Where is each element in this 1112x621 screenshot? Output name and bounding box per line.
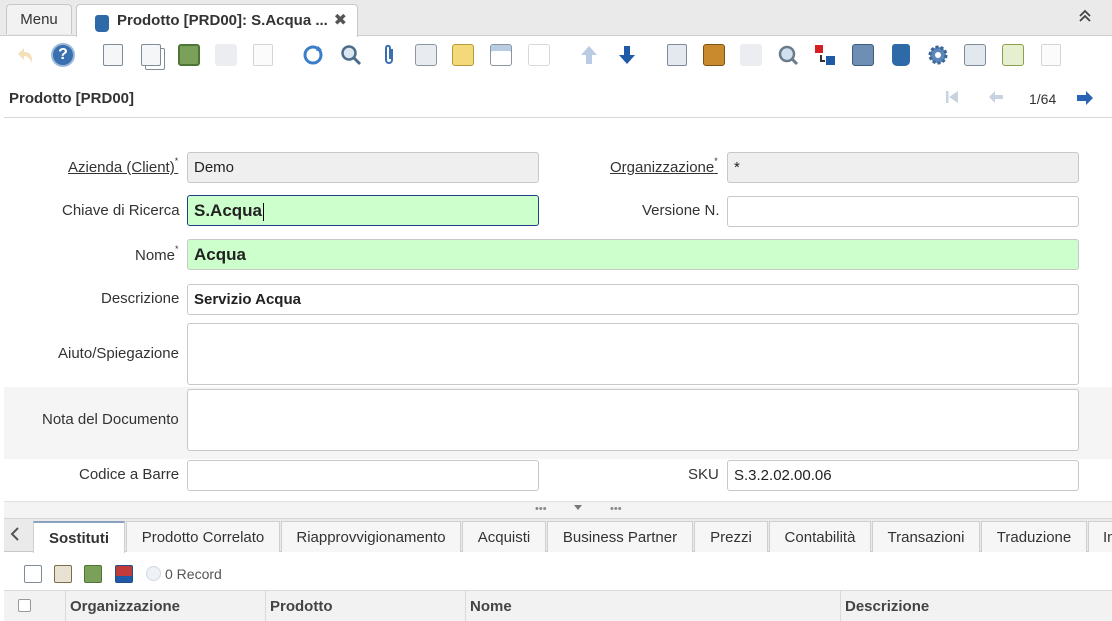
next-record-icon[interactable] — [614, 41, 640, 69]
collapse-header-icon[interactable] — [1078, 9, 1092, 28]
name-field[interactable]: Acqua — [187, 239, 1079, 270]
document-note-textarea[interactable] — [187, 389, 1079, 451]
window-tab-strip: Menu Prodotto [PRD00]: S.Acqua ... ✖ — [0, 0, 1112, 37]
splitter-toggle-icon[interactable] — [573, 502, 583, 515]
help-label: Aiuto/Spiegazione — [58, 345, 179, 362]
copy-record-icon[interactable] — [138, 41, 164, 69]
product-form: Azienda (Client)* Demo Organizzazione* *… — [4, 118, 1112, 501]
save-icon[interactable] — [213, 41, 239, 69]
menu-tab[interactable]: Menu — [6, 4, 72, 34]
name-label: Nome* — [135, 244, 179, 264]
column-prodotto[interactable]: Prodotto — [265, 591, 465, 621]
search-key-field[interactable]: S.Acqua — [187, 195, 539, 226]
organization-field[interactable]: * — [727, 152, 1079, 183]
splitter-grip-left: ••• — [535, 503, 547, 515]
tab-traduzione[interactable]: Traduzione — [981, 521, 1087, 552]
search-key-value: S.Acqua — [194, 201, 263, 220]
detail-tab-bar: Sostituti Prodotto Correlato Riapprovvig… — [4, 519, 1112, 553]
refresh-icon[interactable] — [300, 41, 326, 69]
main-toolbar: ? — [0, 37, 1112, 75]
postit-icon[interactable] — [450, 41, 476, 69]
splitter-grip-right: ••• — [610, 503, 622, 515]
column-descrizione[interactable]: Descrizione — [840, 591, 1112, 621]
panel-splitter[interactable]: ••• ••• — [4, 501, 1112, 519]
product-info-icon[interactable] — [888, 41, 914, 69]
find-icon[interactable] — [338, 41, 364, 69]
client-field[interactable]: Demo — [187, 152, 539, 183]
tab-transazioni[interactable]: Transazioni — [872, 521, 980, 552]
grid-save-icon[interactable] — [115, 565, 133, 583]
sku-label: SKU — [688, 466, 719, 483]
tab-business-partner[interactable]: Business Partner — [547, 521, 693, 552]
tab-riapprovvigionamento[interactable]: Riapprovvigionamento — [281, 521, 461, 552]
help-textarea[interactable] — [187, 323, 1079, 385]
multi-record-icon[interactable] — [526, 41, 552, 69]
description-field[interactable]: Servizio Acqua — [187, 284, 1079, 315]
close-tab-icon[interactable]: ✖ — [334, 5, 347, 37]
zoom-across-icon[interactable] — [775, 41, 801, 69]
record-count: 0 Record — [165, 566, 222, 582]
document-tab[interactable]: Prodotto [PRD00]: S.Acqua ... ✖ — [76, 4, 358, 37]
column-nome[interactable]: Nome — [465, 591, 840, 621]
barcode-label: Codice a Barre — [79, 466, 180, 483]
tab-scroll-left-icon[interactable] — [10, 527, 20, 545]
organization-label: Organizzazione* — [610, 156, 718, 176]
next-record-nav-icon[interactable] — [1076, 90, 1094, 111]
sku-field[interactable]: S.3.2.02.00.06 — [727, 460, 1079, 491]
tab-sostituti[interactable]: Sostituti — [33, 521, 125, 553]
tab-overflow[interactable]: In — [1088, 521, 1112, 552]
attachment-icon[interactable] — [376, 41, 402, 69]
version-field[interactable] — [727, 196, 1079, 227]
archive-icon[interactable] — [701, 41, 727, 69]
grid-edit-icon[interactable] — [54, 565, 72, 583]
delete-icon[interactable] — [176, 41, 202, 69]
previous-record-icon[interactable] — [576, 41, 602, 69]
document-tab-label: Prodotto [PRD00]: S.Acqua ... — [117, 12, 328, 29]
record-position: 1/64 — [1029, 91, 1057, 107]
search-key-label: Chiave di Ricerca — [62, 202, 180, 219]
import-icon[interactable] — [1000, 41, 1026, 69]
settings-icon[interactable] — [925, 41, 951, 69]
record-count-icon — [146, 566, 161, 581]
report-icon[interactable] — [664, 41, 690, 69]
tab-prezzi[interactable]: Prezzi — [694, 521, 768, 552]
grid-toggle-icon[interactable] — [488, 41, 514, 69]
document-note-label: Nota del Documento — [42, 411, 179, 428]
description-label: Descrizione — [101, 290, 180, 307]
grid-delete-icon[interactable] — [84, 565, 102, 583]
close-window-icon[interactable] — [1038, 41, 1064, 69]
grid-header: Organizzazione Prodotto Nome Descrizione — [4, 590, 1112, 621]
undo-icon[interactable] — [12, 41, 38, 69]
new-record-icon[interactable] — [100, 41, 126, 69]
client-label: Azienda (Client)* — [68, 156, 179, 176]
chat-icon[interactable] — [413, 41, 439, 69]
export-icon[interactable] — [962, 41, 988, 69]
barcode-field[interactable] — [187, 460, 539, 491]
tab-contabilita[interactable]: Contabilità — [769, 521, 871, 552]
grid-new-icon[interactable] — [24, 565, 42, 583]
grid-toolbar: 0 Record — [4, 553, 1112, 589]
first-record-icon[interactable] — [945, 90, 959, 109]
version-label: Versione N. — [642, 202, 720, 219]
save-new-icon[interactable] — [250, 41, 276, 69]
tab-acquisti[interactable]: Acquisti — [462, 521, 546, 552]
select-all-checkbox[interactable] — [18, 599, 31, 612]
record-header: Prodotto [PRD00] 1/64 — [4, 76, 1112, 118]
tab-prodotto-correlato[interactable]: Prodotto Correlato — [126, 521, 280, 552]
workflow-icon[interactable] — [850, 41, 876, 69]
prev-record-nav-icon[interactable] — [988, 90, 1004, 109]
page-title: Prodotto [PRD00] — [9, 90, 134, 107]
help-icon[interactable]: ? — [50, 41, 76, 69]
product-window-icon — [95, 15, 109, 32]
column-organizzazione[interactable]: Organizzazione — [65, 591, 265, 621]
request-icon[interactable] — [812, 41, 838, 69]
print-icon[interactable] — [738, 41, 764, 69]
